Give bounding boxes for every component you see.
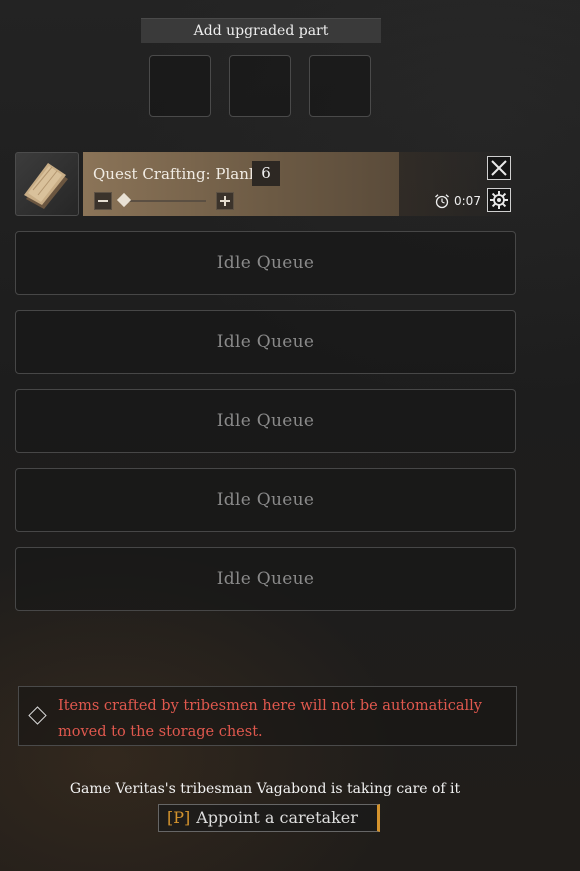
crafting-quantity[interactable]: 6 [252, 161, 280, 186]
decrease-quantity-button[interactable] [94, 192, 112, 210]
idle-queue-slot[interactable]: Idle Queue [15, 310, 516, 374]
increase-quantity-button[interactable] [216, 192, 234, 210]
crafting-timer: 0:07 [454, 194, 481, 208]
close-icon [491, 160, 507, 176]
crafting-settings-button[interactable] [487, 188, 511, 212]
upgrade-slot-2[interactable] [229, 55, 291, 117]
upgrade-slot-3[interactable] [309, 55, 371, 117]
idle-queue-slot[interactable]: Idle Queue [15, 468, 516, 532]
storage-notice: Items crafted by tribesmen here will not… [18, 686, 517, 746]
alarm-clock-icon [435, 194, 449, 209]
idle-queue-slot[interactable]: Idle Queue [15, 389, 516, 453]
crafting-progress-bar [83, 152, 399, 216]
idle-queue-slot[interactable]: Idle Queue [15, 547, 516, 611]
plank-icon [24, 163, 68, 209]
quantity-slider[interactable] [120, 200, 206, 202]
plank-item-thumbnail [15, 152, 79, 216]
upgrade-parts-title: Add upgraded part [141, 18, 381, 43]
idle-queue-slot[interactable]: Idle Queue [15, 231, 516, 295]
caretaker-status: Game Veritas's tribesman Vagabond is tak… [69, 781, 461, 797]
gear-icon [490, 191, 508, 209]
appoint-caretaker-button[interactable]: [P] Appoint a caretaker [158, 804, 380, 832]
cancel-crafting-button[interactable] [487, 156, 511, 180]
appoint-caretaker-label: Appoint a caretaker [196, 808, 358, 827]
hotkey-label: [P] [167, 808, 191, 827]
storage-notice-text: Items crafted by tribesmen here will not… [58, 698, 482, 740]
diamond-icon [28, 706, 47, 725]
upgrade-slot-1[interactable] [149, 55, 211, 117]
crafting-item-name: Quest Crafting: Plank [93, 165, 258, 183]
